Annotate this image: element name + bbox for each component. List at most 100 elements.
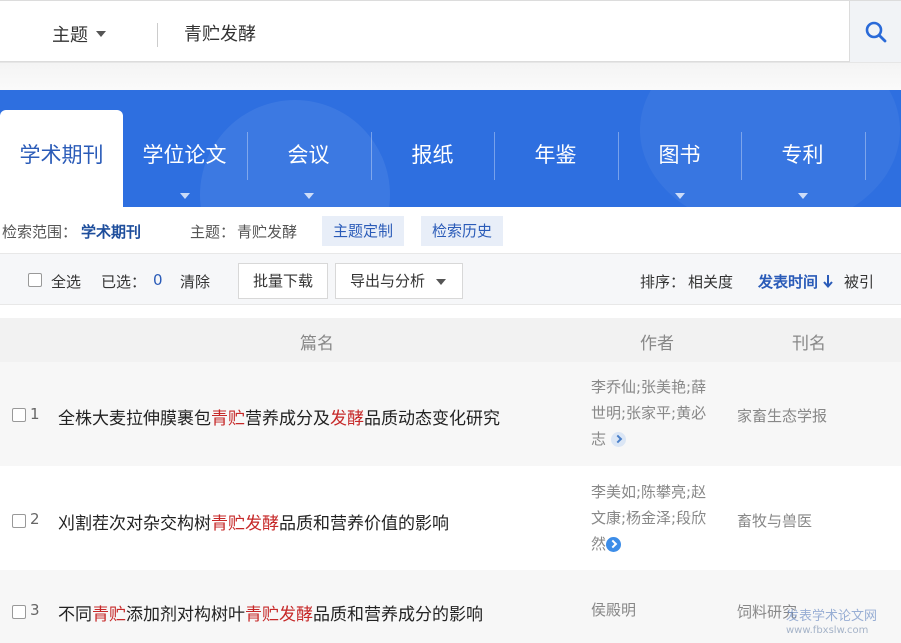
row-checkbox[interactable] xyxy=(12,604,26,623)
sort-label: 排序： xyxy=(640,273,686,291)
divider xyxy=(865,132,866,180)
search-icon xyxy=(865,21,886,43)
search-input[interactable] xyxy=(172,13,832,53)
caret-down-icon xyxy=(180,193,190,199)
caret-down-icon xyxy=(675,193,685,199)
tab-dissertations[interactable]: 学位论文 xyxy=(123,110,246,207)
tab-books[interactable]: 图书 xyxy=(618,110,741,207)
batch-download-button[interactable]: 批量下载 xyxy=(238,263,329,299)
table-row: 2 刈割茬次对杂交构树青贮发酵品质和营养价值的影响 李美如;陈攀亮;赵 文康;杨… xyxy=(0,466,901,570)
title-text: 品质动态变化研究 xyxy=(364,409,500,429)
title-text: 添加剂对构树叶 xyxy=(126,605,245,625)
tab-label: 报纸 xyxy=(411,143,454,167)
search-scope-row: 检索范围： 学术期刊 主题： 青贮发酵 主题定制 检索历史 xyxy=(0,207,901,253)
sort-relevance[interactable]: 相关度 xyxy=(688,271,733,292)
caret-down-icon xyxy=(96,31,106,37)
search-bar: 主题 xyxy=(0,0,901,63)
tab-yearbooks[interactable]: 年鉴 xyxy=(494,110,617,207)
tab-newspapers[interactable]: 报纸 xyxy=(371,110,494,207)
author-line: 然 xyxy=(591,535,607,553)
header-title: 篇名 xyxy=(300,334,334,354)
watermark-text: 发表学术论文网 xyxy=(786,609,878,624)
journal-link[interactable]: 家畜生态学报 xyxy=(737,405,827,426)
title-text: 全株大麦拉伸膜裹包 xyxy=(58,409,211,429)
article-authors[interactable]: 侯殿明 xyxy=(591,597,719,623)
search-button[interactable] xyxy=(849,1,901,63)
article-authors[interactable]: 李美如;陈攀亮;赵 文康;杨金泽;段欣 然 xyxy=(591,479,719,557)
title-highlight: 青贮发酵 xyxy=(245,605,313,625)
checkbox-icon xyxy=(12,408,26,422)
sort-date[interactable]: 发表时间 xyxy=(758,271,833,292)
author-line: 世明;张家平;黄必 xyxy=(591,404,707,422)
select-all-checkbox[interactable] xyxy=(28,273,42,291)
sort-date-label: 发表时间 xyxy=(758,273,819,291)
divider xyxy=(157,23,158,47)
article-title-link[interactable]: 全株大麦拉伸膜裹包青贮营养成分及发酵品质动态变化研究 xyxy=(58,404,500,429)
author-line: 志 xyxy=(591,430,607,448)
topic-custom-button[interactable]: 主题定制 xyxy=(322,216,405,246)
tab-label: 学位论文 xyxy=(142,143,227,167)
expand-more-icon[interactable] xyxy=(606,537,622,552)
search-history-button[interactable]: 检索历史 xyxy=(421,216,504,246)
sort-cited[interactable]: 被引 xyxy=(844,271,874,292)
search-field-label: 主题 xyxy=(52,25,88,46)
watermark-url: www.fbxslw.com xyxy=(786,625,869,636)
tab-label: 会议 xyxy=(287,143,330,167)
search-field-select[interactable]: 主题 xyxy=(52,21,106,47)
row-number: 1 xyxy=(30,405,40,423)
author-line: 文康;杨金泽;段欣 xyxy=(591,509,707,527)
title-highlight: 青贮 xyxy=(211,409,245,429)
results-table-header: 篇名 作者 刊名 xyxy=(0,318,901,362)
tab-label: 学术期刊 xyxy=(19,143,104,167)
results-toolbar: 全选 已选： 0 清除 批量下载 导出与分析 排序： 相关度 发表时间 被引 xyxy=(0,253,901,305)
header-author: 作者 xyxy=(640,334,674,354)
tab-label: 图书 xyxy=(658,143,701,167)
tab-journals[interactable]: 学术期刊 xyxy=(0,110,123,207)
row-checkbox[interactable] xyxy=(12,513,26,532)
expand-more-icon[interactable] xyxy=(610,432,626,447)
selected-label: 已选： xyxy=(101,273,147,291)
table-row: 1 全株大麦拉伸膜裹包青贮营养成分及发酵品质动态变化研究 李乔仙;张美艳;薛 世… xyxy=(0,362,901,466)
author-line: 李美如;陈攀亮;赵 xyxy=(591,483,707,501)
row-number: 2 xyxy=(30,510,40,528)
journal-link[interactable]: 畜牧与兽医 xyxy=(737,510,812,531)
title-text: 刈割茬次对杂交构树 xyxy=(58,514,211,534)
author-line: 侯殿明 xyxy=(591,601,637,619)
watermark: 发表学术论文网 www.fbxslw.com xyxy=(786,605,877,636)
tab-label: 年鉴 xyxy=(534,143,577,167)
scope-label: 检索范围： xyxy=(2,223,78,241)
checkbox-icon xyxy=(12,605,26,619)
selected-count: 0 xyxy=(153,271,163,289)
caret-down-icon xyxy=(435,278,446,285)
caret-down-icon xyxy=(798,193,808,199)
clear-button[interactable]: 清除 xyxy=(180,271,210,292)
tab-label: 专利 xyxy=(781,143,824,167)
caret-down-icon xyxy=(304,193,314,199)
article-authors[interactable]: 李乔仙;张美艳;薛 世明;张家平;黄必 志 xyxy=(591,374,719,452)
topic-value: 青贮发酵 xyxy=(237,223,298,241)
scope-value-link[interactable]: 学术期刊 xyxy=(81,221,141,242)
title-highlight: 青贮 xyxy=(92,605,126,625)
arrow-down-icon xyxy=(823,275,833,289)
tab-conferences[interactable]: 会议 xyxy=(247,110,370,207)
topic-label: 主题： xyxy=(190,223,236,241)
database-tabs: 学术期刊 学位论文 会议 报纸 年鉴 图书 专利 xyxy=(0,90,901,207)
row-number: 3 xyxy=(30,601,40,619)
title-text: 品质和营养成分的影响 xyxy=(313,605,483,625)
article-title-link[interactable]: 不同青贮添加剂对构树叶青贮发酵品质和营养成分的影响 xyxy=(58,600,483,625)
tab-patents[interactable]: 专利 xyxy=(741,110,864,207)
spacer xyxy=(0,62,901,90)
table-row: 3 不同青贮添加剂对构树叶青贮发酵品质和营养成分的影响 侯殿明 饲料研究 xyxy=(0,570,901,643)
author-line: 李乔仙;张美艳;薛 xyxy=(591,378,707,396)
row-checkbox[interactable] xyxy=(12,407,26,426)
title-text: 品质和营养价值的影响 xyxy=(279,514,449,534)
title-highlight: 青贮发酵 xyxy=(211,514,279,534)
title-highlight: 发酵 xyxy=(330,409,364,429)
select-all-label[interactable]: 全选 xyxy=(51,271,81,292)
checkbox-icon xyxy=(28,273,42,287)
title-text: 不同 xyxy=(58,605,92,625)
header-journal: 刊名 xyxy=(792,334,826,354)
article-title-link[interactable]: 刈割茬次对杂交构树青贮发酵品质和营养价值的影响 xyxy=(58,509,449,534)
checkbox-icon xyxy=(12,514,26,528)
export-analysis-button[interactable]: 导出与分析 xyxy=(335,263,463,299)
